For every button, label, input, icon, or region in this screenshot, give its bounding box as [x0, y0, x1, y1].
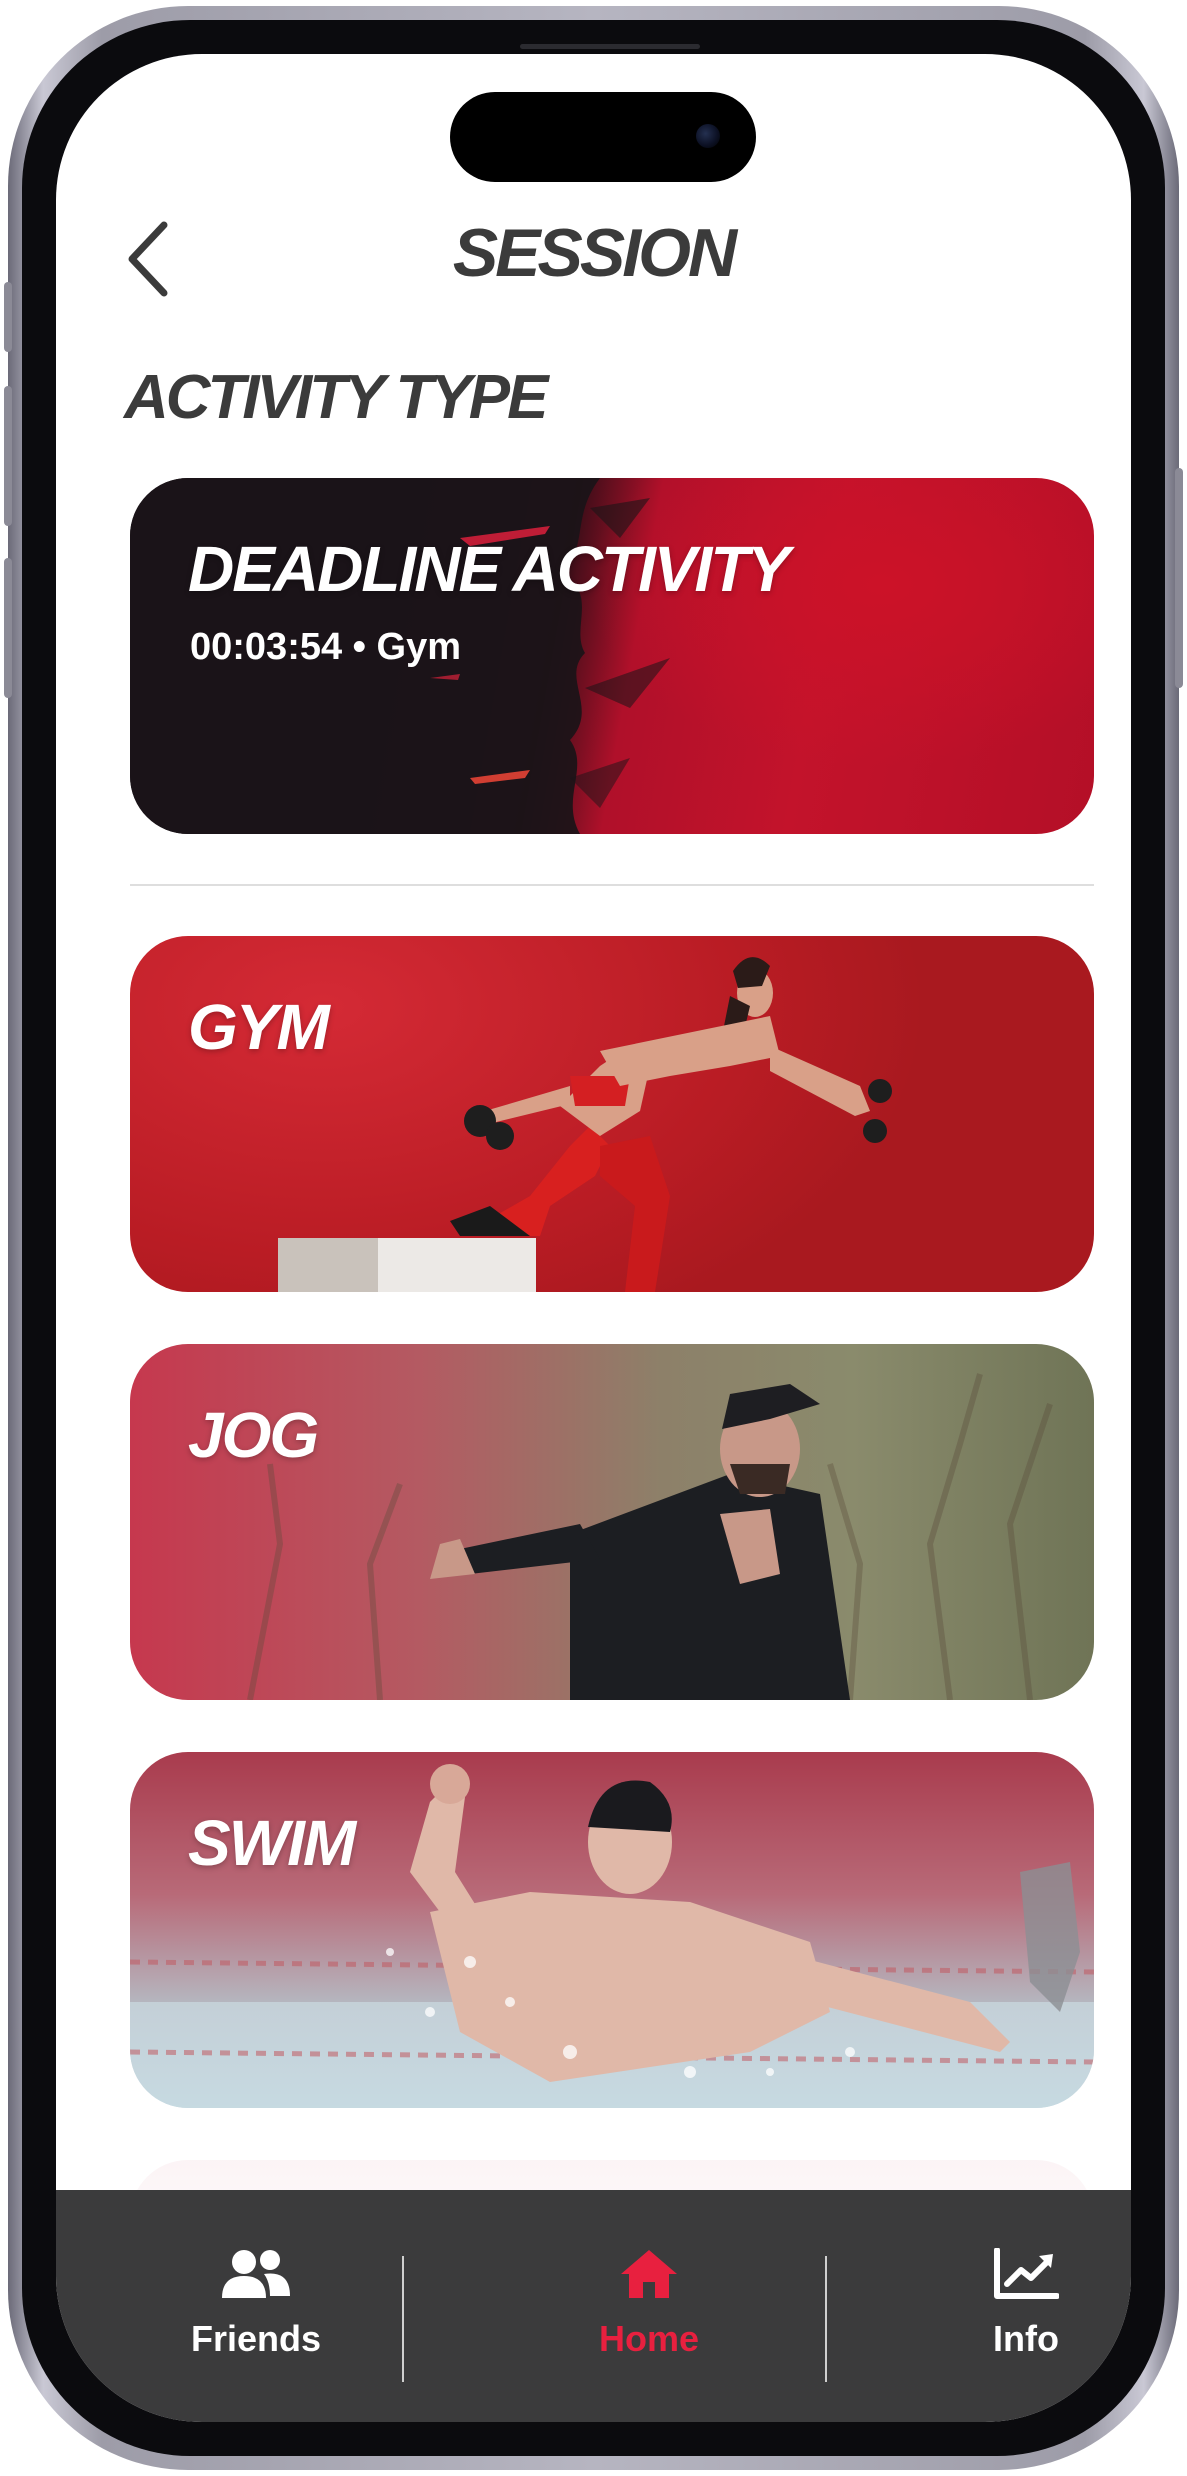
- front-camera-icon: [696, 124, 720, 148]
- home-icon: [621, 2250, 677, 2298]
- nav-item-home[interactable]: Home: [499, 2248, 799, 2378]
- deadline-activity-subtitle: 00:03:54 • Gym: [190, 626, 462, 668]
- speaker-grille: [520, 44, 700, 49]
- friends-icon: [222, 2250, 290, 2298]
- nav-separator: [825, 2256, 827, 2382]
- bottom-nav: Friends Home Info: [56, 2190, 1131, 2422]
- volume-down-button: [4, 558, 12, 698]
- deadline-activity-title: DEADLINE ACTIVITY: [188, 533, 790, 605]
- section-title: ACTIVITY TYPE: [124, 363, 548, 432]
- activity-card-swim[interactable]: SWIM: [130, 1752, 1094, 2108]
- nav-item-info[interactable]: Info: [876, 2248, 1131, 2378]
- action-button: [4, 282, 12, 352]
- deadline-activity-card[interactable]: DEADLINE ACTIVITY 00:03:54 • Gym: [130, 478, 1094, 834]
- volume-up-button: [4, 386, 12, 526]
- phone-frame: SESSION ACTIVITY TYPE DEADLINE ACTIVITY …: [4, 6, 1183, 2470]
- activity-card-title: GYM: [188, 991, 330, 1063]
- bezel: SESSION ACTIVITY TYPE DEADLINE ACTIVITY …: [22, 20, 1165, 2456]
- nav-label-friends: Friends: [190, 2318, 322, 2359]
- nav-label-home: Home: [598, 2318, 700, 2359]
- nav-separator: [402, 2256, 404, 2382]
- dynamic-island: [450, 92, 756, 182]
- activity-card-title: SWIM: [188, 1807, 356, 1879]
- chart-icon: [994, 2248, 1059, 2299]
- screen: SESSION ACTIVITY TYPE DEADLINE ACTIVITY …: [56, 54, 1131, 2422]
- power-button: [1175, 468, 1183, 688]
- page-title: SESSION: [452, 215, 737, 291]
- activity-card-title: JOG: [188, 1399, 319, 1471]
- divider: [130, 884, 1094, 886]
- nav-label-info: Info: [993, 2318, 1059, 2359]
- activity-card-gym[interactable]: GYM: [130, 936, 1094, 1292]
- nav-item-friends[interactable]: Friends: [106, 2248, 406, 2378]
- activity-card-jog[interactable]: JOG: [130, 1344, 1094, 1700]
